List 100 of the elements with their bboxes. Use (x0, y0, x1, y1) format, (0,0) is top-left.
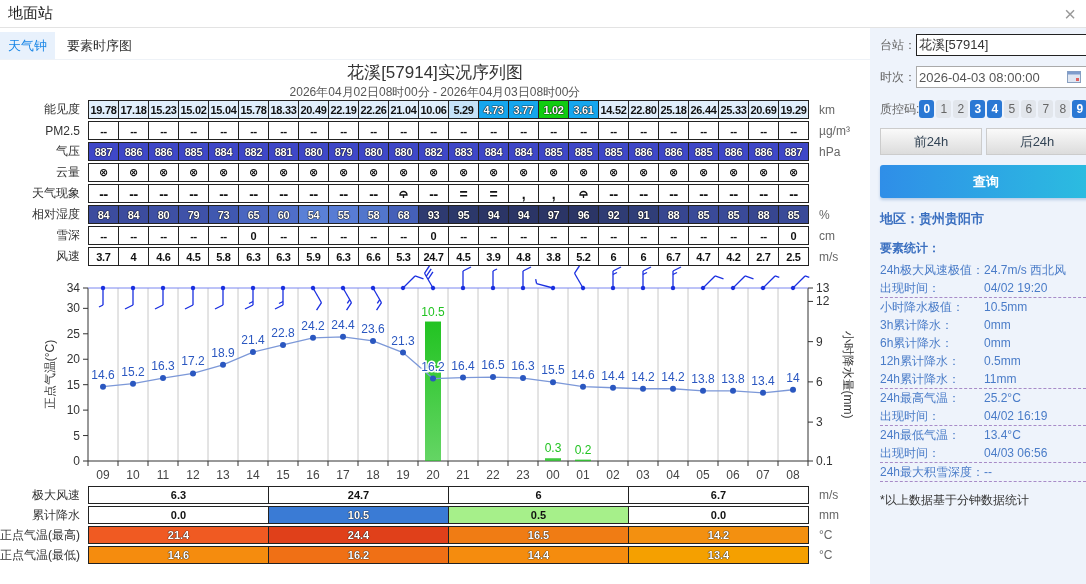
table-cell: 15.02 (178, 100, 209, 119)
stat-label: 12h累计降水： (880, 352, 962, 370)
qc-code-chip[interactable]: 1 (936, 100, 952, 118)
axis-label: 06 (726, 468, 740, 482)
table-cell: 26.44 (688, 100, 719, 119)
table-cell: 16.5 (448, 526, 629, 544)
data-label: 13.8 (691, 371, 715, 386)
table-cell: 79 (178, 205, 209, 224)
wind-barb-icon (154, 285, 166, 310)
query-button[interactable]: 查询 (880, 165, 1086, 198)
table-cell: 879 (328, 142, 359, 161)
table-cell: 4.6 (148, 247, 179, 266)
chart-title: 花溪[57914]实况序列图 (346, 62, 524, 84)
tab[interactable]: 天气钟 (0, 32, 55, 59)
station-field[interactable]: 花溪[57914] (916, 34, 1086, 56)
axis-label: 21 (456, 468, 470, 482)
data-point (250, 349, 256, 356)
table-cell: -- (628, 184, 659, 203)
wind-barb-icon (760, 275, 780, 291)
wind-barb-icon (460, 266, 472, 291)
table-cell: 22.26 (358, 100, 389, 119)
table-cell: 5.9 (298, 247, 329, 266)
window-title: 地面站 (8, 4, 53, 23)
qc-code-chip[interactable]: 6 (1021, 100, 1037, 118)
qc-code-chip[interactable]: 7 (1038, 100, 1054, 118)
table-cell: -- (208, 184, 239, 203)
data-label: 14.2 (631, 369, 655, 384)
table-cell: 95 (448, 205, 479, 224)
stat-value: 24.7m/s 西北风 (984, 261, 1067, 279)
table-cell: 84 (118, 205, 149, 224)
row-label: 天气现象 (31, 185, 81, 202)
table-cell: ⊗ (238, 163, 269, 182)
table-cell: ⊗ (88, 163, 119, 182)
table-cell: 91 (628, 205, 659, 224)
table-cell: 882 (238, 142, 269, 161)
table-cell: 14.2 (628, 526, 809, 544)
table-cell: 60 (268, 205, 299, 224)
table-cell: ⊗ (748, 163, 779, 182)
table-cell: -- (238, 121, 269, 140)
axis-label: 04 (666, 468, 680, 482)
stat-label: 24h最大积雪深度： (880, 463, 985, 481)
data-point (370, 337, 376, 344)
axis-label: 07 (756, 468, 770, 482)
table-cell: 6.6 (358, 247, 389, 266)
table-cell: ⊗ (688, 163, 719, 182)
axis-label: 03 (636, 468, 650, 482)
table-cell: ⊗ (268, 163, 299, 182)
stat-value: 13.4°C (984, 428, 1021, 442)
table-cell: -- (718, 226, 749, 245)
table-cell: -- (418, 184, 449, 203)
axis-label: 20 (426, 468, 440, 482)
data-point (220, 361, 226, 368)
table-cell: 3.61 (568, 100, 599, 119)
table-cell: 18.33 (268, 100, 299, 119)
table-cell: 6.7 (628, 486, 809, 504)
qc-code-chip[interactable]: 4 (987, 100, 1003, 118)
wind-barb-icon (640, 266, 652, 291)
table-cell: 0.0 (88, 506, 269, 524)
stat-label: 24h最低气温： (880, 426, 962, 444)
table-cell: 886 (658, 142, 689, 161)
table-cell: ⊗ (118, 163, 149, 182)
qc-code-chip[interactable]: 3 (970, 100, 986, 118)
axis-label: 19 (396, 468, 410, 482)
table-cell: 880 (388, 142, 419, 161)
table-cell: 15.04 (208, 100, 239, 119)
qc-code-chip[interactable]: 8 (1055, 100, 1071, 118)
data-label: 16.3 (511, 359, 535, 374)
table-cell: 96 (568, 205, 599, 224)
table-cell: = (448, 184, 479, 203)
table-cell: -- (328, 121, 359, 140)
table-cell: 886 (118, 142, 149, 161)
wind-barb-icon (490, 268, 498, 291)
table-cell: 13.4 (628, 546, 809, 564)
table-cell: -- (358, 226, 389, 245)
table-cell: 54 (298, 205, 329, 224)
close-button[interactable]: × (1064, 3, 1076, 24)
table-cell: 22.80 (628, 100, 659, 119)
qc-code-chip[interactable]: 2 (953, 100, 969, 118)
datetime-field[interactable]: 2026-04-03 08:00:00 (916, 66, 1086, 88)
axis-label: 14 (246, 468, 260, 482)
qc-code-chip[interactable]: 9 (1072, 100, 1086, 118)
calendar-icon[interactable] (1067, 71, 1081, 83)
data-point (610, 384, 616, 391)
nav-button[interactable]: 后24h (986, 128, 1086, 155)
nav-button[interactable]: 前24h (880, 128, 982, 155)
unit-label: hPa (819, 144, 841, 159)
table-cell: 85 (688, 205, 719, 224)
table-cell: 0 (418, 226, 449, 245)
table-cell: -- (148, 184, 179, 203)
tab[interactable]: 要素时序图 (59, 32, 140, 59)
axis-label: 23 (516, 468, 530, 482)
table-cell: ⊗ (448, 163, 479, 182)
wind-barb-icon (214, 285, 226, 310)
data-label: 14.4 (601, 368, 625, 383)
table-cell: 22.19 (328, 100, 359, 119)
wind-barb-icon (124, 285, 136, 310)
axis-label: 0 (73, 454, 80, 468)
table-cell: , (538, 184, 569, 203)
qc-code-chip[interactable]: 5 (1004, 100, 1020, 118)
qc-code-chip[interactable]: 0 (919, 100, 935, 118)
